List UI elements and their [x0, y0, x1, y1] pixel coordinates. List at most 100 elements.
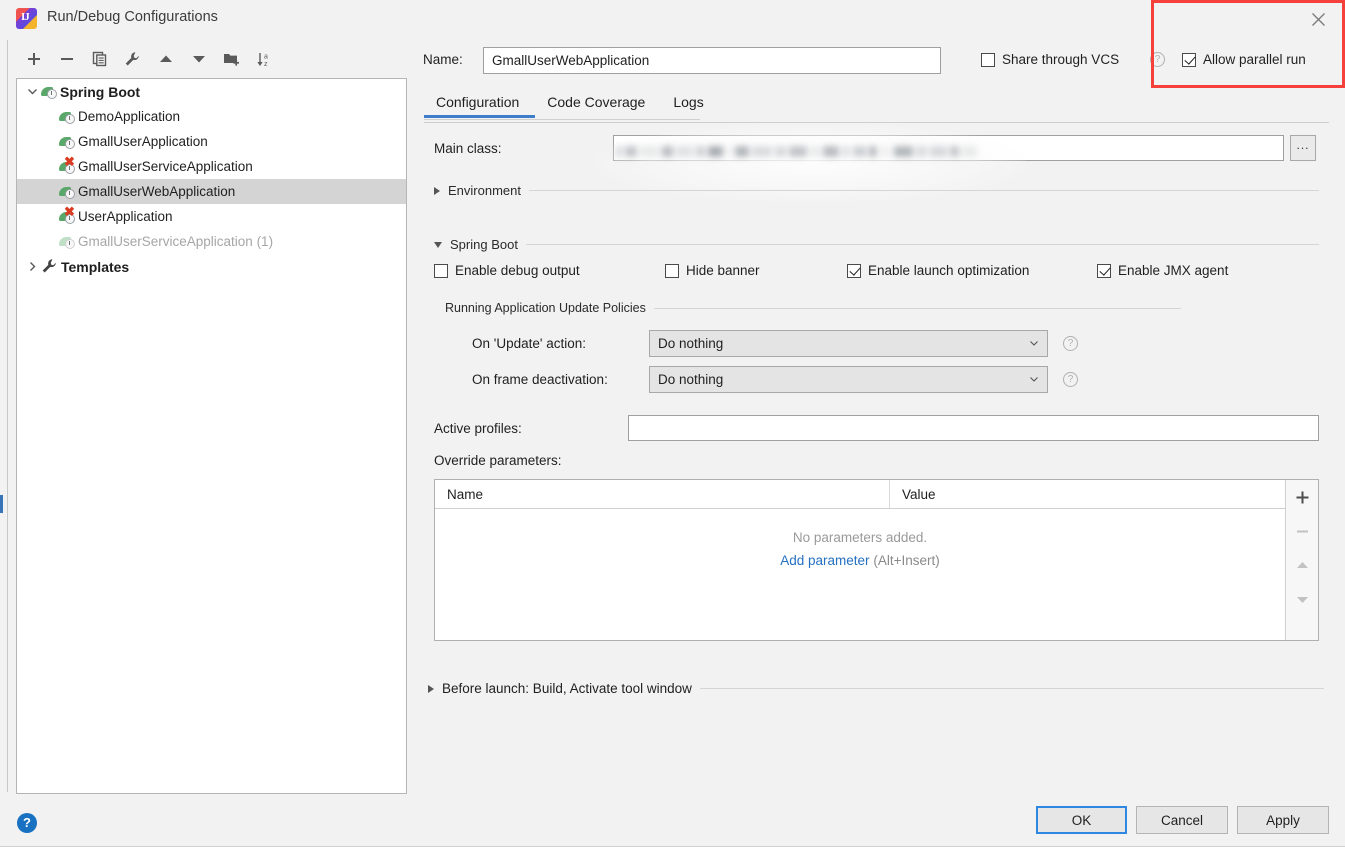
- spring-boot-icon: [59, 233, 77, 251]
- checkbox-hide-banner[interactable]: Hide banner: [665, 263, 760, 278]
- cancel-button[interactable]: Cancel: [1136, 806, 1228, 834]
- svg-text:z: z: [264, 61, 268, 68]
- move-parameter-down-button[interactable]: [1289, 587, 1315, 611]
- environment-group-header[interactable]: Environment: [434, 183, 1319, 198]
- left-blue-marker: [0, 495, 3, 513]
- empty-message: No parameters added.: [792, 530, 928, 545]
- on-frame-deactivation-value: Do nothing: [658, 372, 724, 387]
- close-icon[interactable]: [1305, 7, 1331, 31]
- apply-button[interactable]: Apply: [1237, 806, 1329, 834]
- configurations-toolbar: a z: [17, 43, 407, 75]
- remove-configuration-button[interactable]: [50, 44, 83, 74]
- share-vcs-label: Share through VCS: [1002, 52, 1120, 67]
- tree-item-userapplication[interactable]: ✖ UserApplication: [17, 204, 406, 229]
- spring-boot-icon: [59, 133, 77, 151]
- active-profiles-input[interactable]: [628, 415, 1319, 441]
- spring-boot-group-label: Spring Boot: [450, 237, 518, 252]
- on-update-action-question-icon[interactable]: ?: [1063, 336, 1078, 351]
- table-side-toolbar: [1285, 480, 1318, 640]
- before-launch-header[interactable]: Before launch: Build, Activate tool wind…: [428, 681, 1324, 696]
- add-parameter-row: Add parameter (Alt+Insert): [435, 553, 1285, 568]
- tree-item-gmalluserapplication[interactable]: GmallUserApplication: [17, 129, 406, 154]
- share-through-vcs-checkbox[interactable]: Share through VCS: [981, 52, 1119, 67]
- allow-parallel-run-checkbox[interactable]: Allow parallel run: [1182, 52, 1306, 67]
- tab-logs[interactable]: Logs: [661, 90, 719, 118]
- tree-item-templates[interactable]: Templates: [17, 254, 406, 279]
- checkbox-box[interactable]: [434, 263, 448, 278]
- configurations-tree[interactable]: Spring Boot DemoApplication GmallUserAppli…: [16, 78, 407, 794]
- chevron-down-icon[interactable]: [23, 79, 41, 104]
- tree-item-gmalluserserviceapplication[interactable]: ✖ GmallUserServiceApplication: [17, 154, 406, 179]
- remove-parameter-button[interactable]: [1289, 519, 1315, 543]
- main-class-input[interactable]: [613, 135, 1284, 161]
- checkbox-box[interactable]: [665, 263, 679, 278]
- intellij-idea-icon: IJ: [16, 8, 37, 29]
- on-frame-deactivation-question-icon[interactable]: ?: [1063, 372, 1078, 387]
- add-configuration-button[interactable]: [17, 44, 50, 74]
- tab-code-coverage[interactable]: Code Coverage: [535, 90, 661, 118]
- column-header-name[interactable]: Name: [435, 480, 890, 508]
- column-header-value[interactable]: Value: [890, 480, 1285, 508]
- window-title: Run/Debug Configurations: [47, 9, 218, 25]
- spring-boot-icon: [41, 83, 59, 101]
- group-divider: [525, 244, 1319, 245]
- move-down-button[interactable]: [182, 44, 215, 74]
- add-parameter-button[interactable]: [1289, 485, 1315, 509]
- on-frame-deactivation-dropdown[interactable]: Do nothing: [649, 366, 1048, 393]
- checkbox-enable-launch-optimization[interactable]: Enable launch optimization: [847, 263, 1029, 278]
- left-divider: [7, 40, 8, 792]
- name-input[interactable]: [483, 47, 941, 74]
- tree-indent-spacer: [41, 229, 59, 254]
- main-class-label: Main class:: [434, 141, 502, 156]
- tree-item-spring-boot[interactable]: Spring Boot: [17, 79, 406, 104]
- move-parameter-up-button[interactable]: [1289, 553, 1315, 577]
- new-folder-button[interactable]: [215, 44, 248, 74]
- before-launch-label: Before launch: Build, Activate tool wind…: [442, 681, 692, 696]
- sort-configurations-button[interactable]: a z: [248, 44, 281, 74]
- checkbox-box[interactable]: [1097, 263, 1111, 278]
- share-vcs-checkbox-box[interactable]: [981, 52, 995, 67]
- configuration-tabs: Configuration Code Coverage Logs: [424, 90, 1324, 122]
- edit-templates-wrench-icon[interactable]: [116, 44, 149, 74]
- tree-item-gmalluserserviceapplication-1[interactable]: GmallUserServiceApplication (1): [17, 229, 406, 254]
- checkbox-box[interactable]: [847, 263, 861, 278]
- chevron-right-icon[interactable]: [23, 254, 41, 279]
- table-header-row: Name Value: [435, 480, 1285, 509]
- tree-item-label: UserApplication: [78, 209, 173, 224]
- chevron-right-icon[interactable]: [428, 684, 434, 693]
- checkbox-label: Enable launch optimization: [868, 263, 1030, 278]
- ok-button[interactable]: OK: [1036, 806, 1127, 834]
- checkbox-label: Hide banner: [686, 263, 760, 278]
- chevron-right-icon[interactable]: [434, 186, 440, 195]
- checkbox-enable-jmx-agent[interactable]: Enable JMX agent: [1097, 263, 1228, 278]
- move-up-button[interactable]: [149, 44, 182, 74]
- add-parameter-hint: (Alt+Insert): [873, 553, 940, 568]
- tree-item-label: GmallUserServiceApplication: [78, 159, 253, 174]
- checkbox-label: Enable debug output: [455, 263, 580, 278]
- add-parameter-link[interactable]: Add parameter: [780, 553, 869, 568]
- chevron-down-icon[interactable]: [434, 241, 442, 248]
- tree-item-label: GmallUserServiceApplication (1): [78, 234, 274, 249]
- on-update-action-dropdown[interactable]: Do nothing: [649, 330, 1048, 357]
- spring-boot-error-icon: ✖: [59, 155, 77, 176]
- tree-item-gmalluserwebapplication[interactable]: GmallUserWebApplication: [17, 179, 406, 204]
- copy-configuration-button[interactable]: [83, 44, 116, 74]
- tree-indent-spacer: [41, 204, 59, 229]
- on-update-action-value: Do nothing: [658, 336, 724, 351]
- checkbox-enable-debug-output[interactable]: Enable debug output: [434, 263, 580, 278]
- on-update-action-label: On 'Update' action:: [472, 336, 586, 351]
- tab-configuration[interactable]: Configuration: [424, 90, 536, 118]
- checkbox-label: Enable JMX agent: [1118, 263, 1229, 278]
- main-class-browse-button[interactable]: ...: [1290, 135, 1316, 161]
- help-icon[interactable]: ?: [17, 813, 37, 833]
- allow-parallel-checkbox-box[interactable]: [1182, 52, 1196, 67]
- tree-indent-spacer: [41, 104, 59, 129]
- title-bar: IJ Run/Debug Configurations: [0, 0, 1345, 38]
- tree-item-demoapplication[interactable]: DemoApplication: [17, 104, 406, 129]
- share-vcs-question-icon[interactable]: ?: [1150, 52, 1165, 67]
- chevron-down-icon: [1030, 377, 1038, 382]
- tree-item-label: GmallUserWebApplication: [78, 184, 236, 199]
- wrench-icon: [41, 258, 59, 276]
- override-parameters-label: Override parameters:: [434, 453, 562, 468]
- spring-boot-group-header[interactable]: Spring Boot: [434, 237, 1319, 252]
